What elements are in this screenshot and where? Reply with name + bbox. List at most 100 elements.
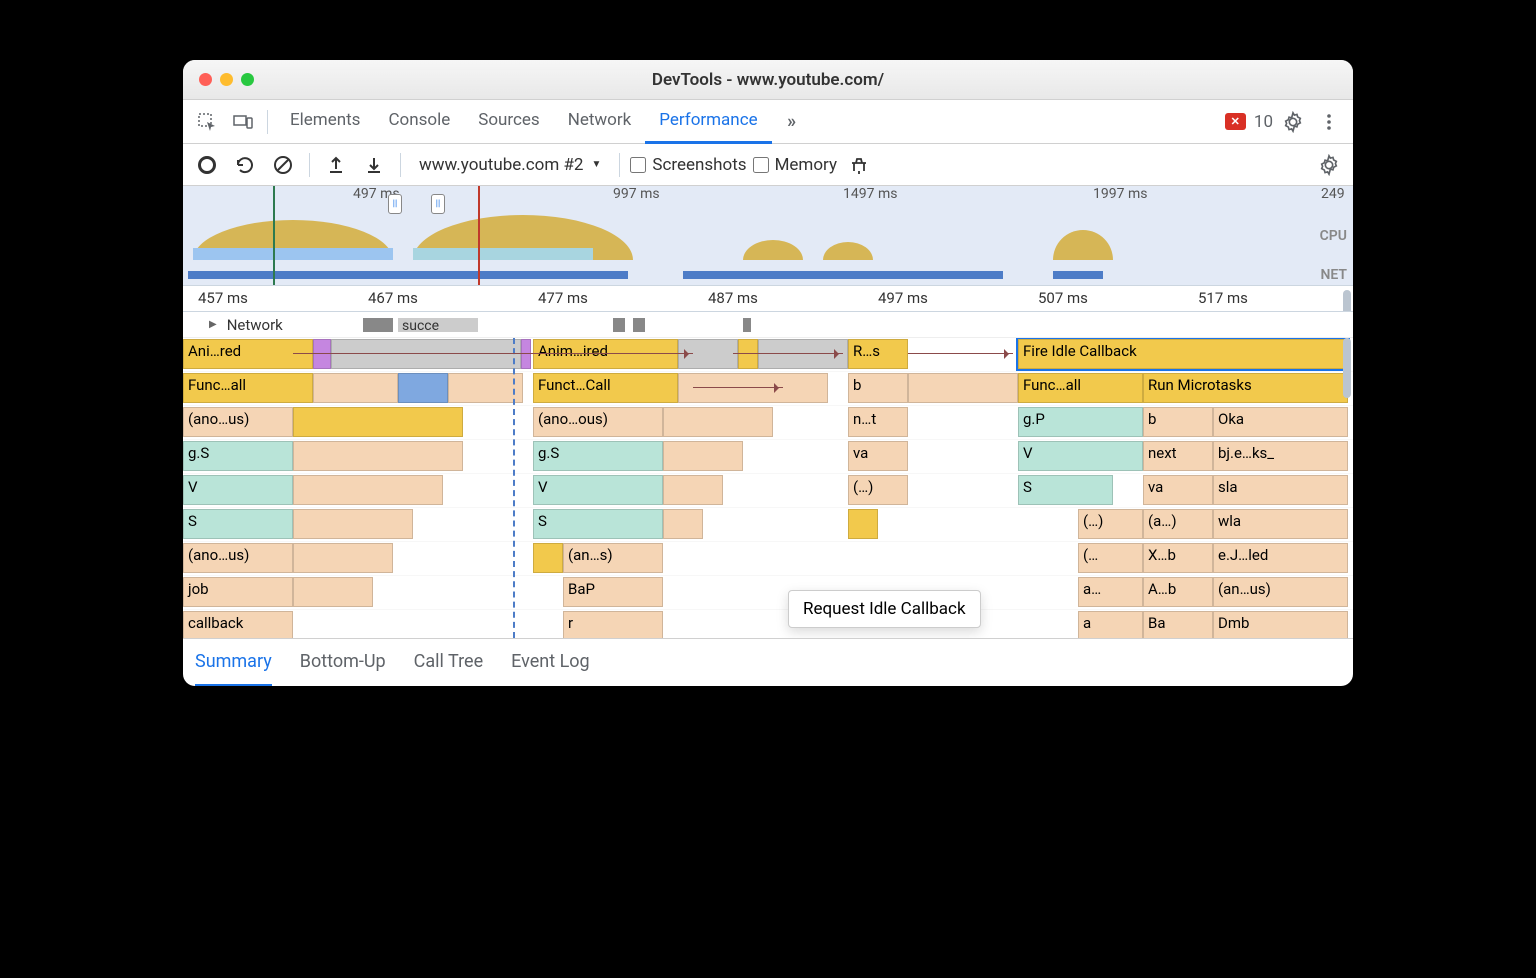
- flame-block[interactable]: (a…): [1143, 509, 1213, 539]
- flame-block[interactable]: Funct…Call: [533, 373, 678, 403]
- flame-scroll-thumb[interactable]: [1343, 338, 1351, 398]
- details-tab-call-tree[interactable]: Call Tree: [414, 639, 483, 687]
- details-tab-bottom-up[interactable]: Bottom-Up: [300, 639, 386, 687]
- time-ruler[interactable]: 457 ms467 ms477 ms487 ms497 ms507 ms517 …: [183, 286, 1353, 312]
- collect-garbage-icon[interactable]: [843, 149, 875, 181]
- flame-chart[interactable]: Ani…redAnim…iredR…sFire Idle CallbackFun…: [183, 338, 1353, 638]
- flame-block[interactable]: [293, 543, 393, 573]
- flame-block[interactable]: [313, 339, 331, 369]
- flame-block[interactable]: sla: [1213, 475, 1348, 505]
- flame-block[interactable]: [663, 475, 723, 505]
- details-tab-summary[interactable]: Summary: [195, 639, 272, 687]
- scroll-thumb[interactable]: [1343, 290, 1351, 312]
- flame-block[interactable]: [293, 441, 463, 471]
- flame-block[interactable]: b: [1143, 407, 1213, 437]
- flame-block[interactable]: job: [183, 577, 293, 607]
- settings-icon[interactable]: [1277, 106, 1309, 138]
- flame-block[interactable]: [848, 509, 878, 539]
- flame-block[interactable]: (ano…us): [183, 407, 293, 437]
- flame-block[interactable]: Anim…ired: [533, 339, 678, 369]
- details-tab-event-log[interactable]: Event Log: [511, 639, 590, 687]
- flame-block[interactable]: Dmb: [1213, 611, 1348, 638]
- flame-block[interactable]: Oka: [1213, 407, 1348, 437]
- flame-block[interactable]: V: [533, 475, 663, 505]
- flame-block[interactable]: [331, 339, 521, 369]
- flame-block[interactable]: [313, 373, 398, 403]
- record-button[interactable]: [191, 149, 223, 181]
- range-handle-left[interactable]: ||: [388, 194, 402, 214]
- range-handle-right[interactable]: ||: [431, 194, 445, 214]
- flame-block[interactable]: g.S: [183, 441, 293, 471]
- maximize-window-button[interactable]: [241, 73, 254, 86]
- flame-block[interactable]: Ani…red: [183, 339, 313, 369]
- flame-block[interactable]: Fire Idle Callback: [1018, 339, 1348, 369]
- memory-checkbox[interactable]: Memory: [753, 155, 837, 175]
- flame-block[interactable]: Ba: [1143, 611, 1213, 638]
- flame-block[interactable]: b: [848, 373, 908, 403]
- flame-block[interactable]: [678, 373, 828, 403]
- tab-elements[interactable]: Elements: [276, 100, 374, 144]
- flame-block[interactable]: next: [1143, 441, 1213, 471]
- flame-block[interactable]: [293, 577, 373, 607]
- network-track-header[interactable]: ▶ Network succe: [183, 312, 1353, 338]
- flame-block[interactable]: a: [1078, 611, 1143, 638]
- flame-block[interactable]: A…b: [1143, 577, 1213, 607]
- flame-block[interactable]: Run Microtasks: [1143, 373, 1348, 403]
- flame-block[interactable]: (…: [1078, 543, 1143, 573]
- download-icon[interactable]: [358, 149, 390, 181]
- flame-block[interactable]: X…b: [1143, 543, 1213, 573]
- minimize-window-button[interactable]: [220, 73, 233, 86]
- flame-block[interactable]: Func…all: [1018, 373, 1143, 403]
- flame-block[interactable]: S: [533, 509, 663, 539]
- flame-block[interactable]: S: [1018, 475, 1113, 505]
- flame-block[interactable]: a…: [1078, 577, 1143, 607]
- flame-block[interactable]: g.P: [1018, 407, 1143, 437]
- flame-block[interactable]: wla: [1213, 509, 1348, 539]
- flame-block[interactable]: va: [848, 441, 908, 471]
- flame-block[interactable]: V: [183, 475, 293, 505]
- flame-block[interactable]: [398, 373, 448, 403]
- flame-block[interactable]: [738, 339, 758, 369]
- flame-block[interactable]: (…): [848, 475, 908, 505]
- flame-block[interactable]: (ano…ous): [533, 407, 663, 437]
- flame-block[interactable]: r: [563, 611, 663, 638]
- network-item[interactable]: succe: [398, 318, 478, 332]
- tab-sources[interactable]: Sources: [464, 100, 553, 144]
- screenshots-checkbox[interactable]: Screenshots: [630, 155, 746, 175]
- timeline-overview[interactable]: 497 ms997 ms1497 ms1997 ms249 CPU NET ||…: [183, 186, 1353, 286]
- flame-block[interactable]: [663, 407, 773, 437]
- flame-block[interactable]: bj.e…ks_: [1213, 441, 1348, 471]
- flame-block[interactable]: (…): [1078, 509, 1143, 539]
- kebab-menu-icon[interactable]: [1313, 106, 1345, 138]
- flame-block[interactable]: callback: [183, 611, 293, 638]
- flame-block[interactable]: [521, 339, 531, 369]
- flame-block[interactable]: [908, 373, 1018, 403]
- flame-block[interactable]: va: [1143, 475, 1213, 505]
- upload-icon[interactable]: [320, 149, 352, 181]
- flame-block[interactable]: [293, 509, 413, 539]
- flame-block[interactable]: S: [183, 509, 293, 539]
- flame-block[interactable]: [663, 509, 703, 539]
- close-window-button[interactable]: [199, 73, 212, 86]
- flame-block[interactable]: V: [1018, 441, 1143, 471]
- capture-settings-icon[interactable]: [1313, 149, 1345, 181]
- tab-network[interactable]: Network: [554, 100, 646, 144]
- flame-block[interactable]: [533, 543, 563, 573]
- flame-block[interactable]: (an…s): [563, 543, 663, 573]
- device-icon[interactable]: [227, 106, 259, 138]
- more-tabs-icon[interactable]: »: [776, 106, 808, 138]
- tab-performance[interactable]: Performance: [645, 100, 771, 144]
- flame-block[interactable]: (ano…us): [183, 543, 293, 573]
- flame-block[interactable]: [293, 407, 463, 437]
- flame-block[interactable]: [293, 475, 443, 505]
- tab-console[interactable]: Console: [374, 100, 464, 144]
- flame-block[interactable]: e.J…led: [1213, 543, 1348, 573]
- flame-block[interactable]: Func…all: [183, 373, 313, 403]
- inspect-icon[interactable]: [191, 106, 223, 138]
- recording-select[interactable]: www.youtube.com #2▼: [411, 155, 609, 175]
- flame-block[interactable]: g.S: [533, 441, 663, 471]
- flame-block[interactable]: [663, 441, 743, 471]
- reload-button[interactable]: [229, 149, 261, 181]
- flame-block[interactable]: BaP: [563, 577, 663, 607]
- flame-block[interactable]: [448, 373, 523, 403]
